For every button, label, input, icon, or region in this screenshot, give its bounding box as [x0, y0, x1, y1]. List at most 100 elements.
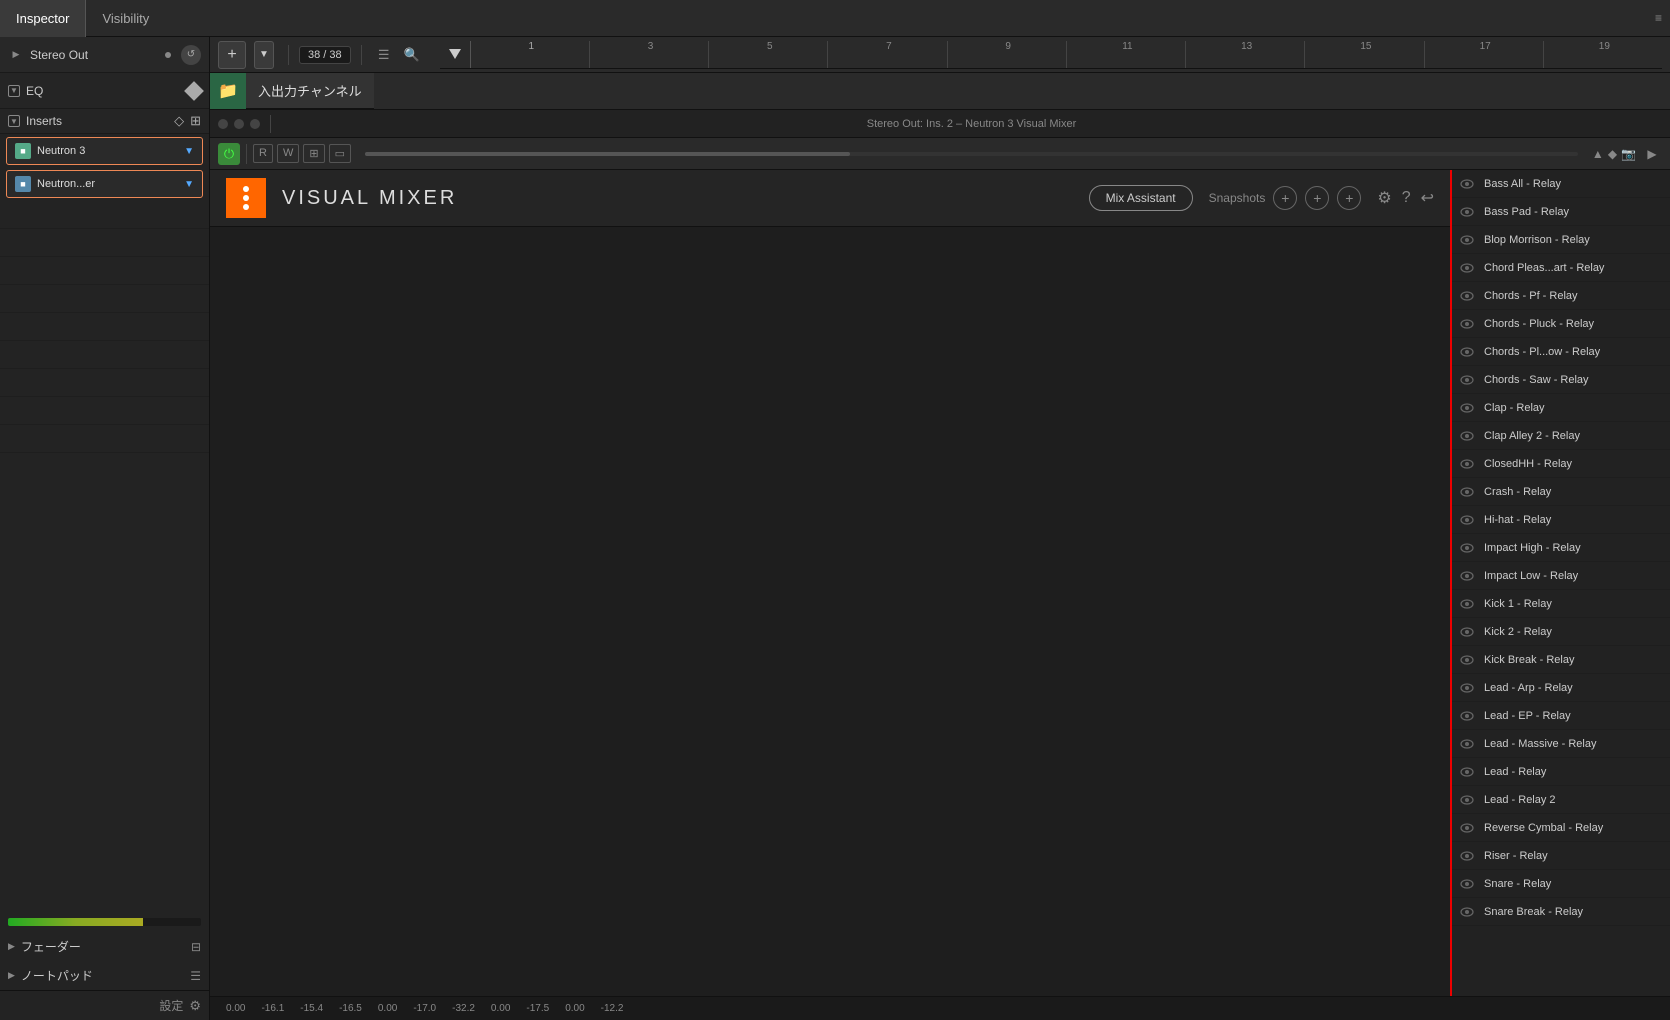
channel-item-name: Lead - Massive - Relay — [1484, 738, 1662, 750]
stereo-out-play[interactable] — [8, 47, 24, 63]
channel-eye-icon[interactable] — [1460, 232, 1476, 248]
right-arrow-icon[interactable]: ▶ — [1642, 144, 1662, 164]
channel-list-item[interactable]: Clap Alley 2 - Relay — [1452, 422, 1670, 450]
channel-eye-icon[interactable] — [1460, 848, 1476, 864]
up-arrow-icon[interactable]: ▲ — [1592, 147, 1604, 161]
eq-row[interactable]: ▼ EQ — [0, 73, 209, 109]
channel-list-item[interactable]: Blop Morrison - Relay — [1452, 226, 1670, 254]
channel-eye-icon[interactable] — [1460, 484, 1476, 500]
channel-eye-icon[interactable] — [1460, 400, 1476, 416]
rewind-icon[interactable]: ⊞ — [303, 144, 324, 163]
rec-btn[interactable] — [218, 119, 228, 129]
route-btn[interactable]: ↺ — [181, 45, 201, 65]
channel-list-item[interactable]: Chords - Pluck - Relay — [1452, 310, 1670, 338]
channel-list-item[interactable]: Lead - Arp - Relay — [1452, 674, 1670, 702]
channel-list-item[interactable]: Snare Break - Relay — [1452, 898, 1670, 926]
stop-btn[interactable] — [234, 119, 244, 129]
channel-eye-icon[interactable] — [1460, 652, 1476, 668]
list-view-icon[interactable]: ☰ — [372, 43, 396, 67]
neutron-er-plugin[interactable]: ■ Neutron...er ▼ — [6, 170, 203, 198]
empty-insert-slots — [0, 201, 209, 912]
inserts-toggle[interactable]: ▼ — [8, 115, 20, 127]
help-icon[interactable]: ? — [1402, 189, 1411, 207]
record-icon[interactable]: R — [253, 144, 273, 163]
channel-list-item[interactable]: Clap - Relay — [1452, 394, 1670, 422]
snapshot-plus-3[interactable]: + — [1337, 186, 1361, 210]
channel-list-item[interactable]: Impact Low - Relay — [1452, 562, 1670, 590]
empty-slot-7 — [0, 369, 209, 397]
channel-eye-icon[interactable] — [1460, 792, 1476, 808]
search-icon[interactable]: 🔍 — [400, 43, 424, 67]
undo-icon[interactable]: ↩ — [1421, 188, 1434, 208]
fader-section-header[interactable]: ▶ フェーダー ⊟ — [0, 932, 209, 961]
channel-eye-icon[interactable] — [1460, 428, 1476, 444]
channel-eye-icon[interactable] — [1460, 624, 1476, 640]
settings-icon[interactable]: ⚙ — [1377, 188, 1391, 208]
tab-inspector[interactable]: Inspector — [0, 0, 86, 37]
channel-eye-icon[interactable] — [1460, 288, 1476, 304]
channel-list-item[interactable]: Chords - Pl...ow - Relay — [1452, 338, 1670, 366]
channel-list-item[interactable]: Bass All - Relay — [1452, 170, 1670, 198]
inserts-add-icon[interactable]: ⊞ — [190, 113, 201, 129]
channel-list-item[interactable]: Riser - Relay — [1452, 842, 1670, 870]
power-btn[interactable]: ⏻ — [218, 143, 240, 165]
channel-list-item[interactable]: Kick 1 - Relay — [1452, 590, 1670, 618]
channel-list-item[interactable]: Lead - Relay 2 — [1452, 786, 1670, 814]
channel-folder-icon[interactable]: 📁 — [210, 73, 246, 109]
channel-eye-icon[interactable] — [1460, 176, 1476, 192]
channel-list-item[interactable]: Bass Pad - Relay — [1452, 198, 1670, 226]
channel-eye-icon[interactable] — [1460, 708, 1476, 724]
menu-icon[interactable]: ≡ — [1655, 11, 1670, 25]
channel-eye-icon[interactable] — [1460, 540, 1476, 556]
snapshot-plus-1[interactable]: + — [1273, 186, 1297, 210]
channel-list-item[interactable]: Chord Pleas...art - Relay — [1452, 254, 1670, 282]
channel-list-item[interactable]: Lead - Relay — [1452, 758, 1670, 786]
add-track-btn[interactable]: + — [218, 41, 246, 69]
channel-list-item[interactable]: Impact High - Relay — [1452, 534, 1670, 562]
channel-eye-icon[interactable] — [1460, 764, 1476, 780]
camera-icon[interactable]: 📷 — [1621, 147, 1636, 161]
channel-list-item[interactable]: Lead - EP - Relay — [1452, 702, 1670, 730]
channel-eye-icon[interactable] — [1460, 204, 1476, 220]
close-btn[interactable] — [250, 119, 260, 129]
level-meter-fill — [8, 918, 143, 926]
channel-list-item[interactable]: Chords - Saw - Relay — [1452, 366, 1670, 394]
tab-visibility[interactable]: Visibility — [86, 0, 165, 37]
add-track-dropdown[interactable]: ▼ — [254, 41, 274, 69]
channel-list-item[interactable]: Hi-hat - Relay — [1452, 506, 1670, 534]
channel-eye-icon[interactable] — [1460, 596, 1476, 612]
channel-eye-icon[interactable] — [1460, 680, 1476, 696]
channel-list-item[interactable]: Lead - Massive - Relay — [1452, 730, 1670, 758]
diamond-icon[interactable]: ◆ — [1608, 147, 1617, 161]
eq-check[interactable]: ▼ — [8, 85, 20, 97]
stereo-out-row[interactable]: Stereo Out ↺ — [0, 37, 209, 73]
mix-assistant-btn[interactable]: Mix Assistant — [1089, 185, 1193, 211]
channel-eye-icon[interactable] — [1460, 260, 1476, 276]
loop-icon[interactable]: W — [277, 144, 299, 163]
neutron-er-arrow[interactable]: ▼ — [184, 179, 194, 190]
channel-eye-icon[interactable] — [1460, 876, 1476, 892]
channel-eye-icon[interactable] — [1460, 512, 1476, 528]
channel-list-item[interactable]: Reverse Cymbal - Relay — [1452, 814, 1670, 842]
channel-eye-icon[interactable] — [1460, 316, 1476, 332]
channel-eye-icon[interactable] — [1460, 904, 1476, 920]
settings2-icon[interactable]: ▭ — [329, 144, 351, 163]
snapshot-plus-2[interactable]: + — [1305, 186, 1329, 210]
progress-bar[interactable] — [365, 152, 1578, 156]
neutron3-arrow[interactable]: ▼ — [184, 146, 194, 157]
channel-eye-icon[interactable] — [1460, 568, 1476, 584]
channel-list-item[interactable]: Snare - Relay — [1452, 870, 1670, 898]
settings-gear-icon[interactable]: ⚙ — [189, 998, 201, 1014]
channel-list-item[interactable]: Kick 2 - Relay — [1452, 618, 1670, 646]
channel-list-item[interactable]: Kick Break - Relay — [1452, 646, 1670, 674]
channel-eye-icon[interactable] — [1460, 344, 1476, 360]
channel-list-item[interactable]: Chords - Pf - Relay — [1452, 282, 1670, 310]
channel-eye-icon[interactable] — [1460, 456, 1476, 472]
notepad-section-header[interactable]: ▶ ノートパッド ☰ — [0, 961, 209, 990]
channel-list-item[interactable]: ClosedHH - Relay — [1452, 450, 1670, 478]
channel-eye-icon[interactable] — [1460, 820, 1476, 836]
channel-eye-icon[interactable] — [1460, 372, 1476, 388]
channel-eye-icon[interactable] — [1460, 736, 1476, 752]
neutron3-plugin[interactable]: ■ Neutron 3 ▼ — [6, 137, 203, 165]
channel-list-item[interactable]: Crash - Relay — [1452, 478, 1670, 506]
